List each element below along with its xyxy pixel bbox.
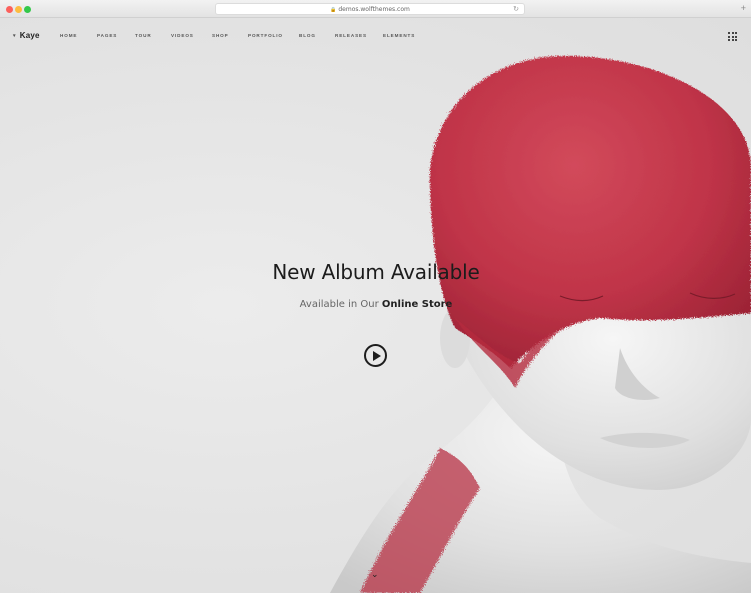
- play-icon: [373, 350, 381, 361]
- online-store-link[interactable]: Online Store: [382, 299, 452, 310]
- close-window-button[interactable]: [6, 6, 13, 13]
- site-logo[interactable]: ▾ Kaye: [13, 31, 40, 40]
- chevron-down-icon: ▾: [13, 33, 16, 39]
- nav-item-releases[interactable]: RELEASES: [335, 33, 383, 38]
- reload-icon[interactable]: ↻: [513, 5, 519, 14]
- nav-item-home[interactable]: HOME: [60, 33, 97, 38]
- hero-subtitle-prefix: Available in Our: [299, 299, 379, 310]
- hero-subtitle: Available in Our Online Store: [200, 299, 552, 310]
- lock-icon: 🔒: [330, 7, 337, 13]
- grid-icon[interactable]: [728, 32, 737, 41]
- hero-section: ▾ Kaye HOME PAGES TOUR VIDEOS SHOP PORTFO…: [0, 18, 751, 593]
- new-tab-icon[interactable]: +: [741, 3, 746, 13]
- nav-item-pages[interactable]: PAGES: [97, 33, 135, 38]
- logo-text: Kaye: [19, 31, 40, 40]
- play-button[interactable]: [364, 344, 387, 367]
- minimize-window-button[interactable]: [15, 6, 22, 13]
- main-navigation: ▾ Kaye HOME PAGES TOUR VIDEOS SHOP PORTFO…: [0, 18, 751, 54]
- address-url: demos.wolfthemes.com: [338, 6, 410, 13]
- address-bar[interactable]: 🔒 demos.wolfthemes.com ↻: [215, 3, 525, 15]
- nav-item-videos[interactable]: VIDEOS: [171, 33, 212, 38]
- maximize-window-button[interactable]: [24, 6, 31, 13]
- nav-menu: HOME PAGES TOUR VIDEOS SHOP PORTFOLIO BL…: [60, 33, 423, 38]
- nav-item-blog[interactable]: BLOG: [299, 33, 335, 38]
- nav-item-portfolio[interactable]: PORTFOLIO: [248, 33, 299, 38]
- scroll-down-icon[interactable]: ⌄: [371, 571, 379, 580]
- hero-title: New Album Available: [272, 260, 480, 284]
- browser-toolbar: 🔒 demos.wolfthemes.com ↻ +: [0, 0, 751, 18]
- nav-item-elements[interactable]: ELEMENTS: [383, 33, 423, 38]
- nav-item-tour[interactable]: TOUR: [135, 33, 171, 38]
- nav-item-shop[interactable]: SHOP: [212, 33, 248, 38]
